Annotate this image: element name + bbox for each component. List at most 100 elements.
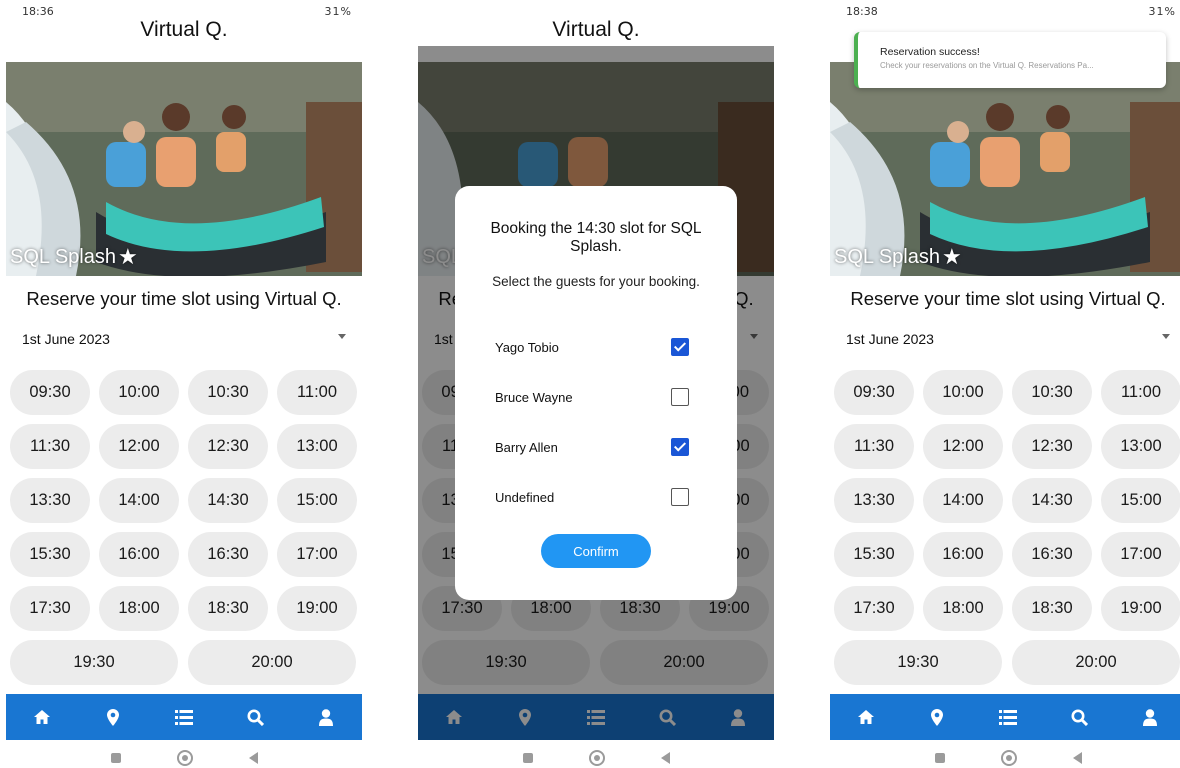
time-slot-button[interactable]: 14:00 xyxy=(923,478,1003,523)
time-slot-button[interactable]: 10:00 xyxy=(923,370,1003,415)
time-slots: 09:3010:0010:3011:00 11:3012:0012:3013:00… xyxy=(10,370,358,685)
search-icon[interactable] xyxy=(240,702,270,732)
time-slot-button[interactable]: 16:00 xyxy=(923,532,1003,577)
dialog-title: Booking the 14:30 slot for SQL Splash. xyxy=(490,220,702,255)
time-slot-button[interactable]: 12:30 xyxy=(1012,424,1092,469)
time-slot-button[interactable]: 11:00 xyxy=(277,370,357,415)
system-nav xyxy=(6,748,362,768)
time-slot-button[interactable]: 11:00 xyxy=(1101,370,1180,415)
time-slot-button[interactable]: 20:00 xyxy=(188,640,356,685)
time-slot-button[interactable]: 18:00 xyxy=(923,586,1003,631)
time-slot-button[interactable]: 19:30 xyxy=(10,640,178,685)
screen-guest-dialog: Virtual Q. SQL Splash ★ Reserve your tim… xyxy=(418,0,774,768)
guest-row[interactable]: Barry Allen xyxy=(495,438,689,458)
home-system-button[interactable] xyxy=(588,750,605,766)
back-button[interactable] xyxy=(1072,752,1082,764)
list-icon[interactable] xyxy=(169,702,199,732)
time-slot-button[interactable]: 15:00 xyxy=(1101,478,1180,523)
time-slot-button[interactable]: 17:30 xyxy=(834,586,914,631)
star-icon[interactable]: ★ xyxy=(942,244,962,270)
time-slot-button[interactable]: 19:00 xyxy=(277,586,357,631)
time-slot-button[interactable]: 16:30 xyxy=(1012,532,1092,577)
guest-name: Yago Tobio xyxy=(495,340,559,355)
status-time: 18:36 xyxy=(22,5,54,18)
hero-label: SQL Splash ★ xyxy=(834,244,962,270)
success-toast[interactable]: Reservation success! Check your reservat… xyxy=(854,32,1166,88)
time-slot-button[interactable]: 16:30 xyxy=(188,532,268,577)
guest-row[interactable]: Undefined xyxy=(495,488,689,508)
time-slot-button[interactable]: 09:30 xyxy=(834,370,914,415)
app-title: Virtual Q. xyxy=(140,18,228,41)
time-slot-button[interactable]: 16:00 xyxy=(99,532,179,577)
recents-button[interactable] xyxy=(522,753,533,763)
app-title: Virtual Q. xyxy=(552,18,640,41)
time-slot-button[interactable]: 10:30 xyxy=(188,370,268,415)
guest-checkbox[interactable] xyxy=(671,438,689,456)
guest-selection-dialog: Booking the 14:30 slot for SQL Splash. S… xyxy=(455,186,737,600)
recents-button[interactable] xyxy=(934,753,945,763)
time-slot-button[interactable]: 11:30 xyxy=(10,424,90,469)
time-slot-button[interactable]: 09:30 xyxy=(10,370,90,415)
time-slot-button[interactable]: 12:30 xyxy=(188,424,268,469)
guest-checkbox[interactable] xyxy=(671,488,689,506)
date-select[interactable]: 1st June 2023 xyxy=(846,331,1170,353)
home-system-button[interactable] xyxy=(1000,750,1017,766)
guest-row[interactable]: Bruce Wayne xyxy=(495,388,689,408)
time-slot-button[interactable]: 19:00 xyxy=(1101,586,1180,631)
back-button[interactable] xyxy=(660,752,670,764)
time-slot-button[interactable]: 15:30 xyxy=(10,532,90,577)
dropdown-arrow-icon xyxy=(338,334,346,339)
recents-button[interactable] xyxy=(110,753,121,763)
attraction-name: SQL Splash xyxy=(10,245,116,268)
bottom-nav xyxy=(830,694,1180,740)
toast-title: Reservation success! xyxy=(880,46,980,58)
back-button[interactable] xyxy=(248,752,258,764)
time-slot-button[interactable]: 18:00 xyxy=(99,586,179,631)
guest-name: Barry Allen xyxy=(495,440,558,455)
time-slot-button[interactable]: 18:30 xyxy=(188,586,268,631)
time-slot-button[interactable]: 10:30 xyxy=(1012,370,1092,415)
guest-checkbox[interactable] xyxy=(671,388,689,406)
system-nav xyxy=(418,748,774,768)
time-slot-button[interactable]: 17:00 xyxy=(1101,532,1180,577)
list-icon[interactable] xyxy=(993,702,1023,732)
time-slot-button[interactable]: 13:00 xyxy=(277,424,357,469)
home-icon[interactable] xyxy=(851,702,881,732)
star-icon[interactable]: ★ xyxy=(118,244,138,270)
search-icon[interactable] xyxy=(1064,702,1094,732)
confirm-button[interactable]: Confirm xyxy=(541,534,651,568)
date-select[interactable]: 1st June 2023 xyxy=(22,331,346,353)
time-slot-button[interactable]: 14:00 xyxy=(99,478,179,523)
time-slot-button[interactable]: 15:00 xyxy=(277,478,357,523)
time-slot-button[interactable]: 14:30 xyxy=(188,478,268,523)
attraction-name: SQL Splash xyxy=(834,245,940,268)
dropdown-arrow-icon xyxy=(1162,334,1170,339)
time-slot-button[interactable]: 11:30 xyxy=(834,424,914,469)
user-icon[interactable] xyxy=(311,702,341,732)
time-slot-button[interactable]: 12:00 xyxy=(99,424,179,469)
guest-checkbox[interactable] xyxy=(671,338,689,356)
user-icon[interactable] xyxy=(1135,702,1165,732)
guest-row[interactable]: Yago Tobio xyxy=(495,338,689,358)
location-pin-icon[interactable] xyxy=(922,702,952,732)
time-slot-button[interactable]: 17:00 xyxy=(277,532,357,577)
time-slot-button[interactable]: 13:00 xyxy=(1101,424,1180,469)
home-system-button[interactable] xyxy=(176,750,193,766)
time-slot-button[interactable]: 15:30 xyxy=(834,532,914,577)
location-pin-icon[interactable] xyxy=(98,702,128,732)
time-slot-button[interactable]: 20:00 xyxy=(1012,640,1180,685)
status-time: 18:38 xyxy=(846,5,878,18)
time-slot-button[interactable]: 10:00 xyxy=(99,370,179,415)
time-slot-button[interactable]: 13:30 xyxy=(10,478,90,523)
time-slot-button[interactable]: 13:30 xyxy=(834,478,914,523)
time-slot-button[interactable]: 12:00 xyxy=(923,424,1003,469)
hero-image: SQL Splash ★ xyxy=(830,62,1180,276)
time-slot-button[interactable]: 19:30 xyxy=(834,640,1002,685)
system-nav xyxy=(830,748,1180,768)
bottom-nav xyxy=(6,694,362,740)
guest-name: Undefined xyxy=(495,490,555,505)
time-slot-button[interactable]: 17:30 xyxy=(10,586,90,631)
time-slot-button[interactable]: 14:30 xyxy=(1012,478,1092,523)
time-slot-button[interactable]: 18:30 xyxy=(1012,586,1092,631)
home-icon[interactable] xyxy=(27,702,57,732)
